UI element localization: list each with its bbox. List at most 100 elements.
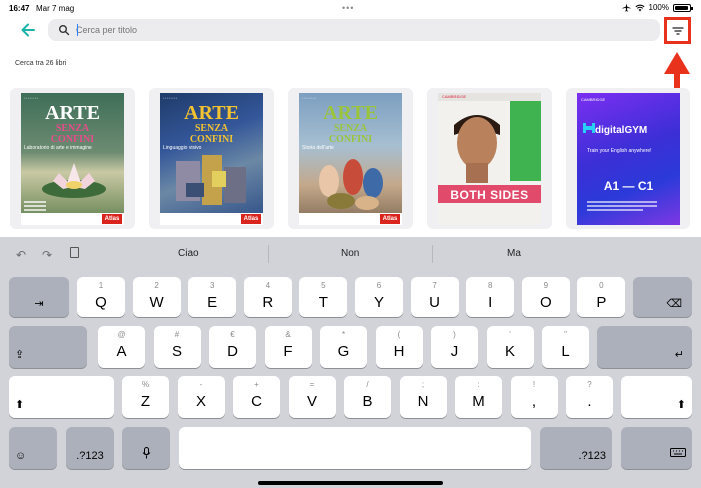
- book-card-both-sides[interactable]: CAMBRIDGE BOTH SIDES: [427, 88, 552, 229]
- key-label: V: [306, 393, 317, 410]
- paste-icon[interactable]: [70, 247, 79, 258]
- key-s[interactable]: # S: [153, 326, 201, 368]
- key-x[interactable]: -X: [177, 376, 225, 418]
- backspace-icon: ⌫: [666, 298, 682, 310]
- redo-icon[interactable]: ↷: [42, 248, 52, 262]
- book-card-arte-linguaggio[interactable]: • • • • • • • • ARTE SENZA CONFINI Lingu…: [149, 88, 274, 229]
- key-label: W: [149, 294, 164, 311]
- key-a[interactable]: @ A: [98, 326, 145, 368]
- key-z[interactable]: % Z: [122, 376, 169, 418]
- key-hint: (: [397, 330, 401, 339]
- tab-key[interactable]: ⇥: [9, 277, 69, 317]
- key-hint: 2: [154, 281, 159, 290]
- key-label: R: [262, 294, 274, 311]
- key-hint: /: [366, 380, 369, 389]
- cover-subtitle-2: CONFINI: [50, 134, 95, 145]
- key-d[interactable]: € D: [209, 326, 256, 368]
- numbers-key-right[interactable]: .?123: [540, 427, 612, 469]
- filter-icon: [671, 26, 684, 35]
- key-e[interactable]: 3E: [188, 277, 237, 317]
- multitask-dots-icon[interactable]: •••: [342, 3, 354, 13]
- text-caret: [77, 24, 78, 36]
- key-l[interactable]: " L: [542, 326, 589, 368]
- key-label: Y: [373, 294, 384, 311]
- key-o[interactable]: 9O: [521, 277, 570, 317]
- key-c[interactable]: + C: [233, 376, 280, 418]
- suggestion-2[interactable]: Non: [341, 248, 359, 259]
- key-q[interactable]: 1Q: [77, 277, 125, 317]
- delete-key[interactable]: ⌫: [633, 277, 692, 317]
- cover-tag: Laboratorio di arte e immagine: [24, 145, 92, 151]
- numbers-key-left[interactable]: .?123: [66, 427, 114, 469]
- book-cover: CAMBRIDGE BOTH SIDES: [438, 93, 541, 225]
- return-icon: ↵: [674, 349, 684, 361]
- key-label: J: [450, 343, 459, 360]
- cover-footer: Atlas: [299, 213, 402, 225]
- key-b[interactable]: / B: [344, 376, 391, 418]
- hide-keyboard-key[interactable]: [621, 427, 692, 469]
- status-date: Mar 7 mag: [36, 4, 75, 13]
- filter-button[interactable]: [664, 17, 691, 44]
- key-label: F: [283, 343, 293, 360]
- back-button[interactable]: [18, 20, 38, 40]
- cover-title: BOTH SIDES: [450, 188, 529, 202]
- shift-key-right[interactable]: ⬆: [621, 376, 692, 418]
- key-hint: 5: [321, 281, 326, 290]
- renaissance-painting-illustration: [319, 159, 383, 210]
- key-r[interactable]: 4R: [243, 277, 292, 317]
- cover-subtitle-2: CONFINI: [189, 134, 234, 145]
- emoji-key[interactable]: ☺: [9, 427, 57, 469]
- key-label: X: [195, 393, 206, 410]
- book-card-arte-storia[interactable]: • • • • • • • • ARTE SENZA CONFINI Stori…: [288, 88, 413, 229]
- key-w[interactable]: 2W: [132, 277, 181, 317]
- key-u[interactable]: 7U: [410, 277, 459, 317]
- dictation-key[interactable]: [122, 427, 170, 469]
- key-label: M: [472, 393, 485, 410]
- cover-subtitle-2: CONFINI: [328, 134, 373, 145]
- shift-icon: ⬆: [676, 399, 686, 411]
- shift-key-left[interactable]: ⬆: [9, 376, 114, 418]
- suggestion-divider: [268, 245, 269, 263]
- suggestion-divider: [432, 245, 433, 263]
- shift-icon: ⬆: [15, 399, 25, 411]
- key-j[interactable]: ) J: [431, 326, 478, 368]
- key-period[interactable]: ?.: [566, 376, 613, 418]
- cover-subtitle: SENZA: [194, 123, 229, 134]
- book-cover: CAMBRIDGE digitalGYM Train your English …: [577, 93, 680, 225]
- key-hint: 7: [432, 281, 437, 290]
- key-label: C: [251, 393, 262, 410]
- caps-lock-icon: ⇪: [15, 349, 25, 361]
- space-bar[interactable]: [179, 427, 531, 469]
- key-y[interactable]: 6Y: [355, 277, 403, 317]
- key-comma[interactable]: !,: [510, 376, 558, 418]
- book-card-arte-laboratorio[interactable]: • • • • • • • • ARTE SENZA CONFINI Labor…: [10, 88, 135, 229]
- suggestion-1[interactable]: Ciao: [178, 248, 199, 259]
- return-key[interactable]: ↵: [597, 326, 692, 368]
- search-input[interactable]: [76, 21, 636, 39]
- key-n[interactable]: ; N: [399, 376, 447, 418]
- key-hint: :: [477, 380, 480, 389]
- key-hint: ): [453, 330, 456, 339]
- key-m[interactable]: :M: [455, 376, 502, 418]
- search-bar[interactable]: [48, 19, 660, 41]
- on-screen-keyboard: ↶ ↷ Ciao Non Ma ⇥ 1Q2W3E4R5T6Y7U8I9O0P ⌫…: [0, 237, 701, 488]
- key-v[interactable]: = V: [288, 376, 336, 418]
- publisher-logo: Atlas: [102, 214, 122, 224]
- key-hint: ': [509, 330, 511, 339]
- key-hint: ?: [587, 380, 592, 389]
- key-t[interactable]: 5T: [299, 277, 348, 317]
- suggestion-bar: ↶ ↷ Ciao Non Ma: [0, 237, 701, 270]
- suggestion-3[interactable]: Ma: [507, 248, 521, 259]
- undo-icon[interactable]: ↶: [16, 248, 26, 262]
- key-h[interactable]: (H: [375, 326, 423, 368]
- key-hint: *: [341, 330, 346, 339]
- book-cover: • • • • • • • • ARTE SENZA CONFINI Stori…: [299, 93, 402, 225]
- key-i[interactable]: 8I: [466, 277, 515, 317]
- key-g[interactable]: * G: [320, 326, 367, 368]
- key-k[interactable]: ' K: [486, 326, 534, 368]
- key-p[interactable]: 0P: [577, 277, 626, 317]
- key-f[interactable]: & F: [264, 326, 312, 368]
- book-card-digital-gym[interactable]: CAMBRIDGE digitalGYM Train your English …: [566, 88, 690, 229]
- caps-lock-key[interactable]: ⇪: [9, 326, 87, 368]
- numbers-label: .?123: [76, 450, 104, 462]
